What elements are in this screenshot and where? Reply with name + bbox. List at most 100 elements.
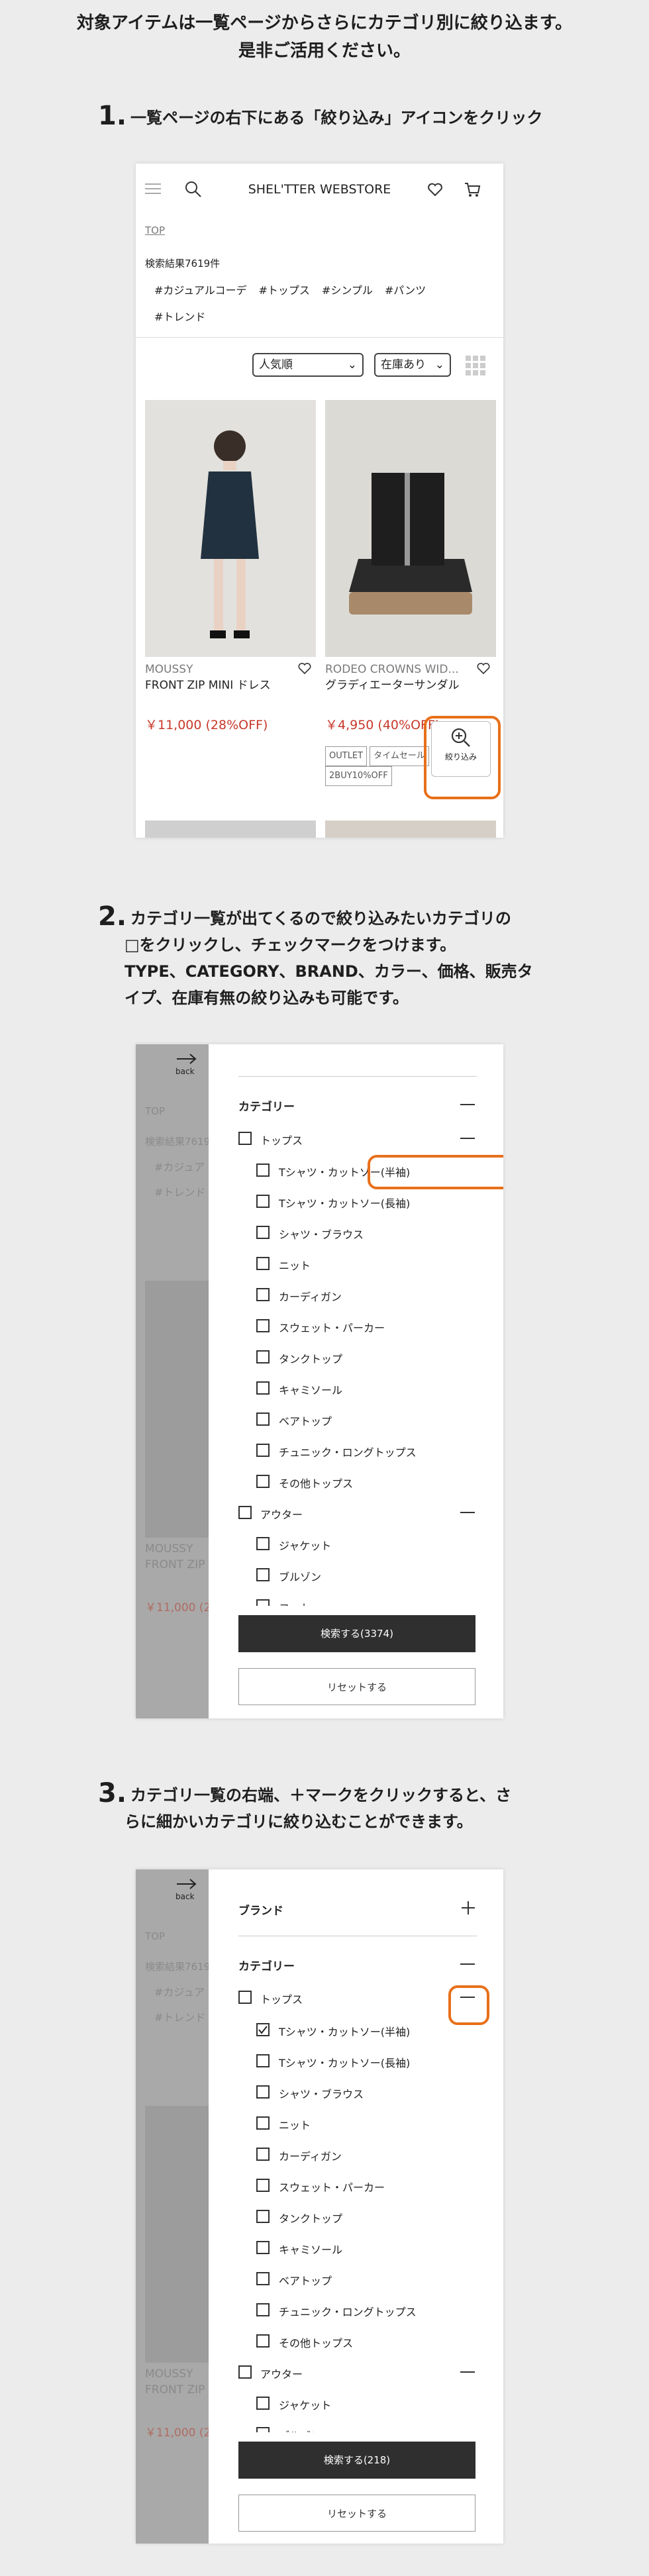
category-child-label[interactable]: カーディガン: [279, 2148, 342, 2163]
hashtag[interactable]: #トップス: [259, 277, 310, 304]
cart-icon[interactable]: [464, 181, 481, 198]
expand-plus-icon[interactable]: [460, 1900, 476, 1916]
hashtag[interactable]: #カジュアルコーデ: [154, 277, 247, 304]
product-name[interactable]: グラディエーターサンダル: [325, 677, 476, 693]
checkbox[interactable]: [238, 1132, 252, 1145]
category-child-label[interactable]: ブルゾン: [279, 2427, 321, 2432]
category-child-label[interactable]: カーディガン: [279, 1288, 342, 1304]
grid-view-icon[interactable]: [466, 356, 485, 375]
category-child-label[interactable]: Tシャツ・カットソー(長袖): [279, 1195, 410, 1211]
checkbox[interactable]: [256, 1537, 270, 1550]
product-image[interactable]: [145, 400, 316, 657]
checkbox[interactable]: [256, 1444, 270, 1457]
ghost-brand: MOUSSY: [145, 1542, 193, 1556]
category-child-label[interactable]: タンクトップ: [279, 2210, 342, 2226]
category-parent-label[interactable]: アウター: [260, 2365, 303, 2381]
checkbox[interactable]: [238, 1991, 252, 2004]
category-child-label[interactable]: コート: [279, 1599, 311, 1606]
checkbox[interactable]: [256, 1599, 270, 1606]
collapse-minus-icon[interactable]: [460, 1138, 475, 1139]
step-line1: カテゴリ一覧の右端、＋マークをクリックすると、さ: [130, 1786, 512, 1805]
category-child-label[interactable]: タンクトップ: [279, 1350, 342, 1366]
checkbox[interactable]: [256, 2241, 270, 2254]
checkbox[interactable]: [256, 2303, 270, 2316]
product-image[interactable]: [145, 820, 316, 838]
reset-button[interactable]: リセットする: [238, 2495, 475, 2532]
checkbox[interactable]: [256, 1475, 270, 1488]
product-image[interactable]: [325, 820, 496, 838]
checkbox[interactable]: [256, 1381, 270, 1395]
category-child-label[interactable]: ニット: [279, 1257, 311, 1273]
checkbox[interactable]: [256, 1257, 270, 1270]
product-name[interactable]: FRONT ZIP MINI ドレス: [145, 677, 271, 693]
dimmed-page[interactable]: TOP 検索結果7619 #カジュア #トレンド MOUSSY FRONT ZI…: [136, 1869, 211, 2544]
back-control[interactable]: back: [175, 1052, 198, 1076]
dimmed-page[interactable]: TOP 検索結果7619 #カジュア #トレンド MOUSSY FRONT ZI…: [136, 1044, 211, 1718]
collapse-minus-icon[interactable]: [460, 1512, 475, 1513]
category-heading[interactable]: カテゴリー: [238, 1097, 295, 1114]
category-parent-label[interactable]: トップス: [260, 1991, 303, 2006]
category-child-label[interactable]: ベアトップ: [279, 1412, 332, 1428]
store-title[interactable]: SHEL'TTER WEBSTORE: [136, 182, 503, 197]
checkbox[interactable]: [256, 2397, 270, 2410]
checkbox[interactable]: [256, 2272, 270, 2285]
checkbox[interactable]: [256, 2210, 270, 2223]
category-child-label[interactable]: ブルゾン: [279, 1568, 321, 1584]
hashtag[interactable]: #シンプル: [322, 277, 373, 304]
checkbox[interactable]: [256, 2427, 270, 2432]
category-child-label[interactable]: Tシャツ・カットソー(長袖): [279, 2054, 410, 2070]
back-control[interactable]: back: [175, 1877, 198, 1901]
breadcrumb[interactable]: TOP: [145, 224, 165, 236]
category-child-label[interactable]: キャミソール: [279, 1381, 342, 1397]
favorite-heart-icon[interactable]: [297, 662, 312, 675]
search-submit-button[interactable]: 検索する(3374): [238, 1615, 475, 1652]
collapse-minus-icon[interactable]: [460, 2371, 475, 2373]
category-child-label[interactable]: ジャケット: [279, 1537, 331, 1553]
checkbox[interactable]: [256, 2116, 270, 2130]
checkbox-checked[interactable]: [256, 2023, 270, 2036]
checkbox[interactable]: [256, 1164, 270, 1177]
checkbox[interactable]: [256, 2054, 270, 2067]
category-parent-label[interactable]: アウター: [260, 1506, 303, 1522]
category-child-label[interactable]: シャツ・ブラウス: [279, 2085, 364, 2101]
product-image[interactable]: [325, 400, 496, 657]
checkbox[interactable]: [256, 1195, 270, 1208]
favorite-heart-icon[interactable]: [476, 662, 491, 675]
checkbox[interactable]: [256, 2334, 270, 2348]
search-submit-button[interactable]: 検索する(218): [238, 2442, 475, 2479]
category-child-label[interactable]: スウェット・パーカー: [279, 1319, 385, 1335]
brand-heading[interactable]: ブランド: [238, 1901, 283, 1918]
stock-select[interactable]: 在庫あり ⌄: [374, 353, 451, 377]
checkbox[interactable]: [238, 2365, 252, 2379]
heart-icon[interactable]: [427, 182, 443, 197]
category-child-label[interactable]: ニット: [279, 2116, 311, 2132]
category-child-label[interactable]: ジャケット: [279, 2397, 331, 2412]
checkbox[interactable]: [256, 1568, 270, 1581]
hashtag[interactable]: #トレンド: [154, 304, 205, 330]
checkbox[interactable]: [238, 1506, 252, 1519]
checkbox[interactable]: [256, 2085, 270, 2099]
category-child-label[interactable]: その他トップス: [279, 1475, 353, 1491]
checkbox[interactable]: [256, 2148, 270, 2161]
collapse-minus-icon[interactable]: [460, 1104, 475, 1105]
category-child-label[interactable]: キャミソール: [279, 2241, 342, 2257]
sort-select[interactable]: 人気順 ⌄: [252, 353, 364, 377]
category-child-label[interactable]: その他トップス: [279, 2334, 353, 2350]
category-child-label[interactable]: チュニック・ロングトップス: [279, 2303, 417, 2319]
checkbox[interactable]: [256, 1319, 270, 1332]
checkbox[interactable]: [256, 1226, 270, 1239]
collapse-minus-icon[interactable]: [460, 1963, 475, 1965]
category-child-label[interactable]: ベアトップ: [279, 2272, 332, 2288]
category-child-label[interactable]: Tシャツ・カットソー(半袖): [279, 2023, 410, 2039]
category-parent-label[interactable]: トップス: [260, 1132, 303, 1148]
hashtag[interactable]: #パンツ: [385, 277, 426, 304]
category-child-label[interactable]: チュニック・ロングトップス: [279, 1444, 417, 1460]
checkbox[interactable]: [256, 1288, 270, 1301]
reset-button[interactable]: リセットする: [238, 1668, 475, 1705]
checkbox[interactable]: [256, 2179, 270, 2192]
category-heading[interactable]: カテゴリー: [238, 1957, 295, 1973]
category-child-label[interactable]: シャツ・ブラウス: [279, 1226, 364, 1242]
category-child-label[interactable]: スウェット・パーカー: [279, 2179, 385, 2195]
checkbox[interactable]: [256, 1350, 270, 1363]
checkbox[interactable]: [256, 1412, 270, 1426]
